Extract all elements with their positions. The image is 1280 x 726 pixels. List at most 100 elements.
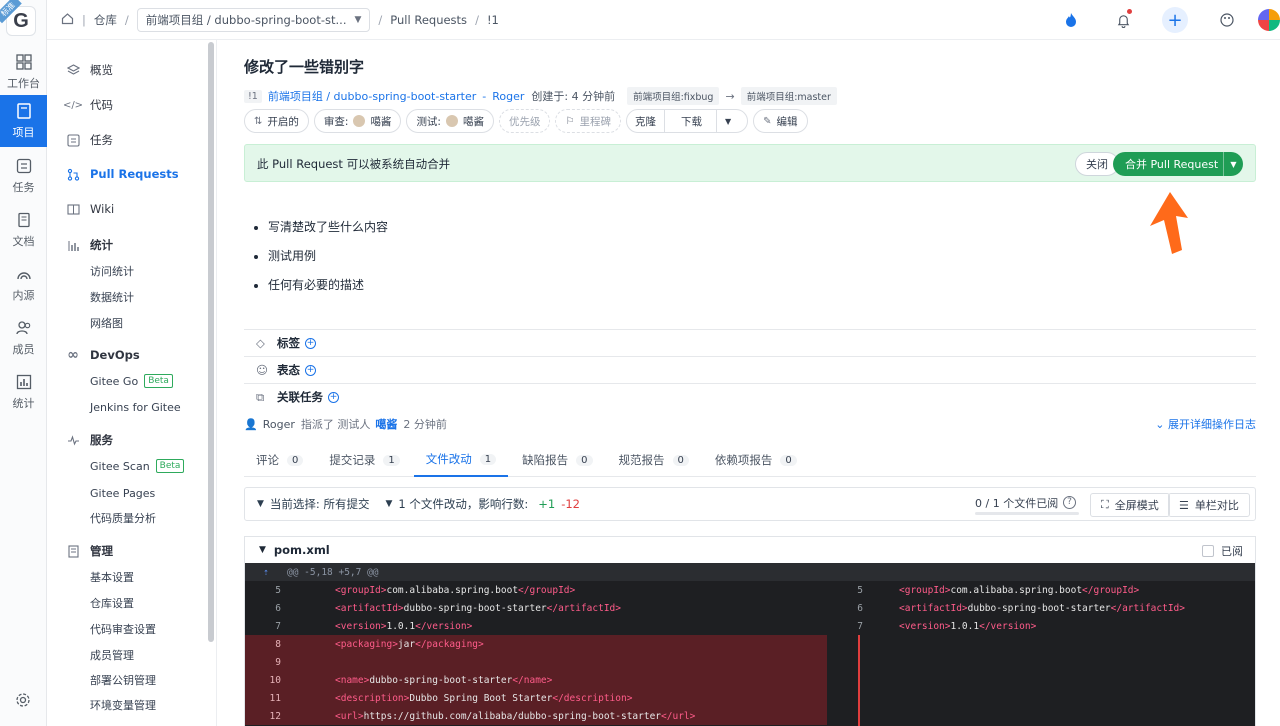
add-linked-task-icon[interactable]: + [328,391,339,403]
source-branch[interactable]: 前端项目组:fixbug [627,87,720,105]
line-number[interactable]: 6 [827,603,869,614]
line-number[interactable]: 5 [827,585,869,596]
tab-dependency-report[interactable]: 依赖项报告 0 [703,443,809,477]
rail-item-docs[interactable]: 文档 [0,204,47,256]
line-number[interactable]: 7 [827,621,869,632]
notification-bell-icon[interactable] [1110,7,1136,33]
sidebar-sub-deploy-keys[interactable]: 部署公钥管理 [90,671,156,689]
repo-select[interactable]: 前端项目组 / dubbo-spring-boot-st... ▼ [136,8,371,32]
line-number[interactable]: 9 [245,657,287,668]
xml-tag: <name> [335,674,370,686]
sidebar-sub-review-settings[interactable]: 代码审查设置 [90,620,156,638]
home-icon[interactable] [61,12,74,28]
sidebar-sub-member-manage[interactable]: 成员管理 [90,646,134,664]
xml-text: https://github.com/alibaba/dubbo-spring-… [363,710,662,722]
chevron-down-icon[interactable]: ▼ [1223,152,1243,176]
tab-commits[interactable]: 提交记录 1 [317,443,411,477]
flame-icon[interactable] [1058,7,1084,33]
viewed-checkbox[interactable]: 已阅 [1202,543,1243,559]
line-number[interactable]: 10 [245,675,287,686]
xml-tag: <artifactId> [899,602,968,614]
single-column-button[interactable]: ☰ 单栏对比 [1168,493,1250,517]
expand-log-link[interactable]: ⌄ 展开详细操作日志 [1155,416,1256,432]
sidebar-sub-visit-stats[interactable]: 访问统计 [90,262,134,280]
merge-pr-button[interactable]: 合并 Pull Request ▼ [1113,152,1243,176]
sidebar-item-wiki[interactable]: Wiki [65,199,114,219]
sidebar-sub-repo-settings[interactable]: 仓库设置 [90,594,134,612]
merge-status-bar: 此 Pull Request 可以被系统自动合并 关闭 合并 Pull Requ… [244,144,1256,182]
clone-button[interactable]: 克隆 [627,110,664,132]
breadcrumb-current: !1 [486,13,499,27]
palette-icon[interactable] [1214,7,1240,33]
sidebar-section-devops[interactable]: ∞ DevOps [65,345,140,365]
repo-link[interactable]: 前端项目组 / dubbo-spring-boot-starter [268,88,476,104]
xml-text: Dubbo Spring Boot Starter [409,692,553,704]
rail-label: 项目 [12,126,35,139]
tab-comments[interactable]: 评论 0 [244,443,315,477]
pr-attributes: ◇ 标签 + ☺ 表态 + ⧉ 关联任务 + [244,329,1256,410]
activity-user[interactable]: Roger [263,418,295,431]
line-number[interactable]: 5 [245,585,287,596]
files-summary[interactable]: ▼ 1 个文件改动，影响行数: +1 -12 [369,496,580,512]
sidebar-sub-basic-settings[interactable]: 基本设置 [90,568,134,586]
rail-item-stats[interactable]: 统计 [0,366,47,418]
help-icon[interactable]: ? [1063,496,1076,509]
sidebar-sub-env-vars[interactable]: 环境变量管理 [90,696,156,714]
line-code: <url>https://github.com/alibaba/dubbo-sp… [287,711,695,722]
tab-defect-report[interactable]: 缺陷报告 0 [510,443,604,477]
add-label-icon[interactable]: + [305,337,316,349]
sidebar-scrollbar[interactable] [208,42,214,642]
sidebar-section-stats[interactable]: 统计 [65,235,113,255]
tab-lint-report[interactable]: 规范报告 0 [607,443,701,477]
settings-icon[interactable] [15,692,31,711]
create-plus-icon[interactable]: + [1162,7,1188,33]
rail-item-tasks[interactable]: 任务 [0,150,47,202]
tester-tag[interactable]: 测试: 噶酱 [406,109,494,133]
sidebar-sub-gitee-scan[interactable]: Gitee Scan Beta [90,457,185,475]
sidebar-section-manage[interactable]: 管理 [65,541,113,561]
xml-tag: </url> [661,710,696,722]
status-badge[interactable]: ⇅ 开启的 [244,109,309,133]
user-avatar[interactable] [1258,9,1280,31]
milestone-tag[interactable]: ⚐ 里程碑 [555,109,621,133]
line-number[interactable]: 6 [245,603,287,614]
xml-text: jar [397,638,416,650]
sidebar-sub-gitee-go[interactable]: Gitee Go Beta [90,372,173,390]
sidebar-section-services[interactable]: 服务 [65,430,113,450]
add-reaction-icon[interactable]: + [305,364,316,376]
clone-download-group: 克隆 下载 ▼ [625,109,749,133]
hunk-header: ⇡ @@ -5,18 +5,7 @@ [245,563,1255,581]
sidebar-sub-code-quality[interactable]: 代码质量分析 [90,509,156,527]
sidebar-item-pull-requests[interactable]: Pull Requests [65,164,179,184]
line-number[interactable]: 7 [245,621,287,632]
breadcrumb-pull-requests[interactable]: Pull Requests [390,13,467,27]
commit-select[interactable]: ▼ 当前选择: 所有提交 [245,496,369,512]
tab-files-changed[interactable]: 文件改动 1 [413,443,509,477]
activity-target[interactable]: 噶酱 [375,416,397,432]
line-number[interactable]: 12 [245,711,287,722]
reviewer-tag[interactable]: 审查: 噶酱 [313,109,402,133]
rail-item-members[interactable]: 成员 [0,312,47,364]
edit-button[interactable]: ✎ 编辑 [753,109,808,133]
line-number[interactable]: 11 [245,693,287,704]
rail-item-project[interactable]: 项目 [0,95,47,147]
target-branch[interactable]: 前端项目组:master [740,87,837,105]
callout-arrow-icon [1150,192,1188,254]
download-button[interactable]: 下载 ▼ [663,110,747,132]
expand-lines-icon[interactable]: ⇡ [245,567,287,578]
rail-item-workbench[interactable]: 工作台 [0,46,47,98]
diff-file-header[interactable]: ▼ pom.xml 已阅 [245,537,1255,563]
sidebar-item-code[interactable]: </> 代码 [63,95,113,115]
sidebar-sub-jenkins[interactable]: Jenkins for Gitee [90,398,181,416]
sidebar-sub-gitee-pages[interactable]: Gitee Pages [90,484,155,502]
sidebar-item-tasks[interactable]: 任务 [65,130,113,150]
sidebar-item-overview[interactable]: 概览 [65,60,113,80]
rail-item-innersource[interactable]: 内源 [0,258,47,310]
fullscreen-button[interactable]: ⛶ 全屏模式 [1090,493,1170,517]
author-link[interactable]: Roger [492,90,524,103]
breadcrumb-repos[interactable]: 仓库 [94,12,117,28]
line-number[interactable]: 8 [245,639,287,650]
sidebar-sub-data-stats[interactable]: 数据统计 [90,288,134,306]
priority-tag[interactable]: 优先级 [498,109,551,133]
sidebar-sub-network[interactable]: 网络图 [90,314,123,332]
